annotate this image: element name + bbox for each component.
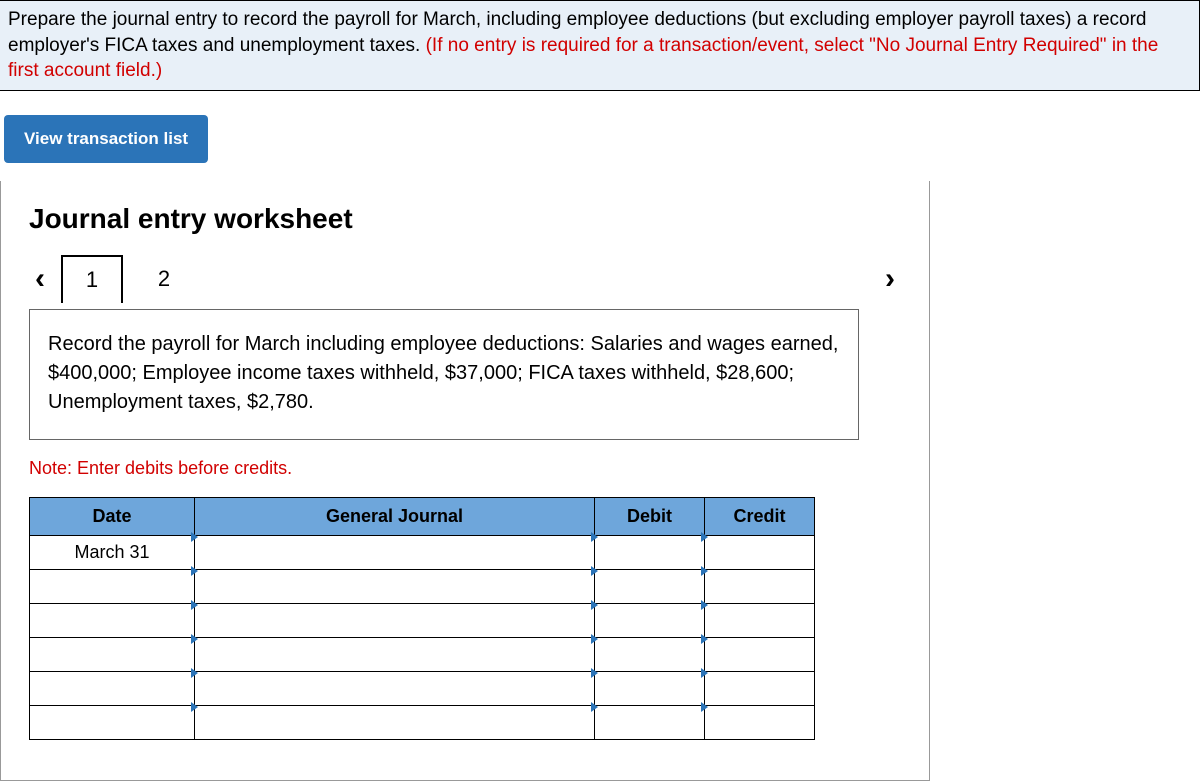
view-transaction-list-button[interactable]: View transaction list: [4, 115, 208, 163]
dropdown-marker-icon: [191, 600, 198, 610]
instructions-banner: Prepare the journal entry to record the …: [0, 0, 1200, 91]
cell-debit[interactable]: [595, 671, 705, 705]
journal-table: Date General Journal Debit Credit March …: [29, 497, 815, 740]
worksheet-panel: Journal entry worksheet ‹ 1 2 › Record t…: [0, 181, 930, 781]
cell-general-journal[interactable]: [195, 637, 595, 671]
tab-2[interactable]: 2: [133, 255, 195, 303]
cell-date[interactable]: [30, 637, 195, 671]
cell-date[interactable]: [30, 603, 195, 637]
table-row: [30, 671, 815, 705]
dropdown-marker-icon: [191, 668, 198, 678]
dropdown-marker-icon: [591, 668, 598, 678]
dropdown-marker-icon: [701, 532, 708, 542]
cell-general-journal[interactable]: [195, 535, 595, 569]
cell-general-journal[interactable]: [195, 705, 595, 739]
cell-date[interactable]: March 31: [30, 535, 195, 569]
cell-debit[interactable]: [595, 705, 705, 739]
cell-credit[interactable]: [705, 535, 815, 569]
col-header-debit: Debit: [595, 497, 705, 535]
dropdown-marker-icon: [191, 702, 198, 712]
col-header-credit: Credit: [705, 497, 815, 535]
dropdown-marker-icon: [701, 600, 708, 610]
tab-1[interactable]: 1: [61, 255, 123, 303]
dropdown-marker-icon: [701, 668, 708, 678]
cell-credit[interactable]: [705, 705, 815, 739]
tab-nav: ‹ 1 2 ›: [29, 255, 901, 303]
table-row: [30, 603, 815, 637]
dropdown-marker-icon: [191, 634, 198, 644]
dropdown-marker-icon: [591, 532, 598, 542]
cell-credit[interactable]: [705, 603, 815, 637]
dropdown-marker-icon: [591, 600, 598, 610]
cell-debit[interactable]: [595, 603, 705, 637]
dropdown-marker-icon: [591, 566, 598, 576]
dropdown-marker-icon: [701, 566, 708, 576]
cell-credit[interactable]: [705, 671, 815, 705]
table-row: [30, 569, 815, 603]
cell-date[interactable]: [30, 705, 195, 739]
cell-credit[interactable]: [705, 637, 815, 671]
chevron-right-icon[interactable]: ›: [879, 262, 901, 296]
table-row: March 31: [30, 535, 815, 569]
col-header-date: Date: [30, 497, 195, 535]
dropdown-marker-icon: [701, 634, 708, 644]
cell-general-journal[interactable]: [195, 603, 595, 637]
cell-date[interactable]: [30, 671, 195, 705]
entry-description: Record the payroll for March including e…: [29, 309, 859, 440]
table-row: [30, 637, 815, 671]
cell-debit[interactable]: [595, 535, 705, 569]
cell-date[interactable]: [30, 569, 195, 603]
dropdown-marker-icon: [191, 566, 198, 576]
cell-debit[interactable]: [595, 637, 705, 671]
cell-general-journal[interactable]: [195, 569, 595, 603]
worksheet-title: Journal entry worksheet: [29, 203, 901, 235]
col-header-general-journal: General Journal: [195, 497, 595, 535]
cell-general-journal[interactable]: [195, 671, 595, 705]
dropdown-marker-icon: [591, 634, 598, 644]
debits-before-credits-note: Note: Enter debits before credits.: [29, 458, 901, 479]
cell-credit[interactable]: [705, 569, 815, 603]
dropdown-marker-icon: [191, 532, 198, 542]
dropdown-marker-icon: [591, 702, 598, 712]
cell-debit[interactable]: [595, 569, 705, 603]
dropdown-marker-icon: [701, 702, 708, 712]
chevron-left-icon[interactable]: ‹: [29, 262, 51, 296]
table-row: [30, 705, 815, 739]
